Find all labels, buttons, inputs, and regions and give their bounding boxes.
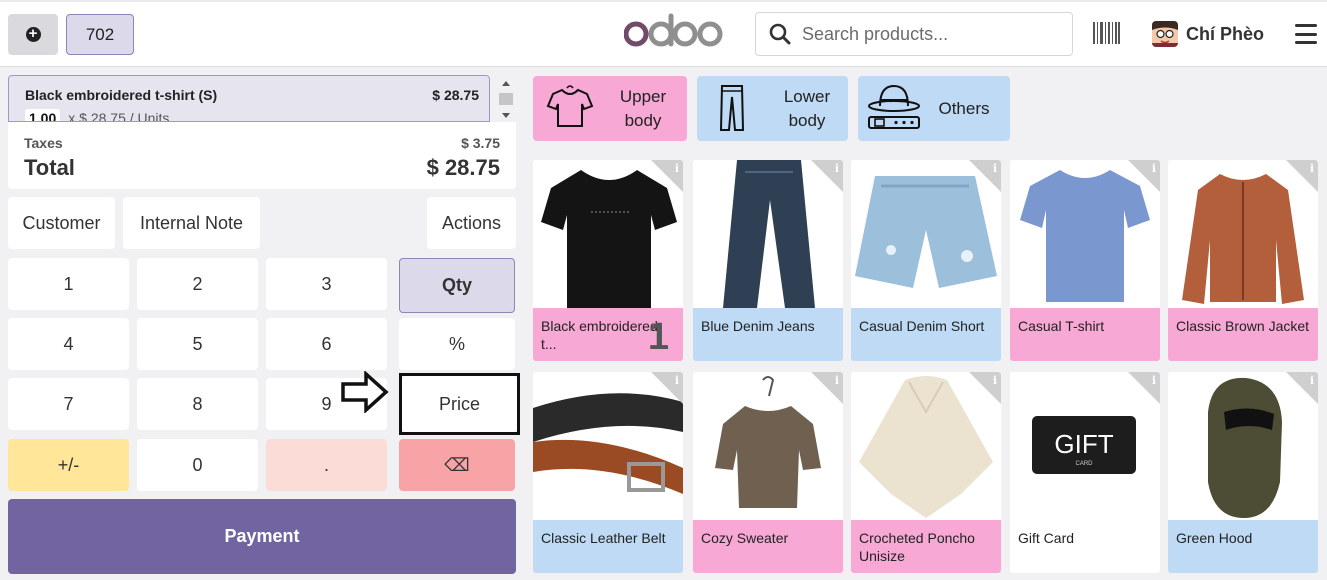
taxes-value: $ 3.75 xyxy=(461,135,500,151)
total-value: $ 28.75 xyxy=(426,155,500,180)
search-input[interactable] xyxy=(802,23,1062,45)
current-order-tab[interactable]: 702 xyxy=(66,14,134,55)
category-others[interactable]: Others xyxy=(858,76,1010,141)
avatar xyxy=(1152,21,1178,47)
product-card-casual-tshirt[interactable]: i Casual T-shirt xyxy=(1010,160,1160,361)
numpad-key-8[interactable]: 8 xyxy=(137,378,258,430)
total-label: Total xyxy=(24,155,75,180)
scroll-thumb[interactable] xyxy=(499,93,513,105)
product-card-green-hood[interactable]: i Green Hood xyxy=(1168,372,1318,573)
numpad-key-4[interactable]: 4 xyxy=(8,318,129,370)
trousers-icon xyxy=(719,85,745,131)
scroll-down-arrow-icon[interactable] xyxy=(502,113,510,118)
numpad-decimal-point[interactable]: . xyxy=(266,439,387,491)
product-card-classic-brown-jacket[interactable]: i Classic Brown Jacket xyxy=(1168,160,1318,361)
category-label: Others xyxy=(938,99,990,118)
internal-note-button[interactable]: Internal Note xyxy=(123,197,260,249)
user-menu[interactable]: Chí Phèo xyxy=(1152,20,1264,48)
product-card-casual-denim-short[interactable]: i Casual Denim Short xyxy=(851,160,1001,361)
category-lower-body[interactable]: Lower body xyxy=(697,76,848,141)
header-bar: + 702 Chí Ph xyxy=(0,0,1327,67)
numpad-key-0[interactable]: 0 xyxy=(137,439,258,491)
order-totals: Taxes $ 3.75 Total $ 28.75 xyxy=(8,122,516,189)
product-name: Casual Denim Short xyxy=(851,308,1001,361)
customer-button[interactable]: Customer xyxy=(8,197,115,249)
numpad-sign-toggle[interactable]: +/- xyxy=(8,439,129,491)
numpad-key-3[interactable]: 3 xyxy=(266,258,387,310)
product-name: Blue Denim Jeans xyxy=(693,308,843,361)
taxes-label: Taxes xyxy=(24,135,63,151)
product-name: Crocheted Poncho Unisize xyxy=(851,520,1001,573)
product-card-crocheted-poncho[interactable]: i Crocheted Poncho Unisize xyxy=(851,372,1001,573)
user-name: Chí Phèo xyxy=(1186,23,1265,44)
product-card-cozy-sweater[interactable]: i Cozy Sweater xyxy=(693,372,843,573)
top-divider xyxy=(0,0,1327,2)
order-line-price: $ 28.75 xyxy=(432,87,479,103)
price-mode-button[interactable]: Price xyxy=(402,376,517,432)
category-upper-body[interactable]: Upper body xyxy=(533,76,687,141)
tshirt-icon xyxy=(546,85,594,127)
payment-button[interactable]: Payment xyxy=(8,499,516,574)
product-search-box[interactable] xyxy=(755,12,1073,56)
order-line-quantity-info: 1.00 x $ 28.75 / Units xyxy=(25,109,170,122)
order-number: 702 xyxy=(85,24,115,44)
svg-text:CARD: CARD xyxy=(1075,461,1093,467)
category-label: Lower body xyxy=(783,87,831,130)
product-qty-badge: 1 xyxy=(647,316,669,358)
search-icon xyxy=(769,23,791,45)
numpad-key-5[interactable]: 5 xyxy=(137,318,258,370)
backspace-icon[interactable]: ⌫ xyxy=(399,439,515,491)
product-card-blue-denim-jeans[interactable]: i Blue Denim Jeans xyxy=(693,160,843,361)
product-card-classic-leather-belt[interactable]: i Classic Leather Belt xyxy=(533,372,683,573)
qty-mode-button[interactable]: Qty xyxy=(399,258,515,313)
product-card-gift-card[interactable]: GIFT CARD i Gift Card xyxy=(1010,372,1160,573)
hamburger-menu-icon[interactable] xyxy=(1295,24,1317,44)
product-name: Gift Card xyxy=(1010,520,1160,573)
product-name: Casual T-shirt xyxy=(1010,308,1160,361)
svg-text:GIFT: GIFT xyxy=(1054,429,1113,459)
order-line-product-name: Black embroidered t-shirt (S) xyxy=(25,87,218,103)
product-name: Green Hood xyxy=(1168,520,1318,573)
actions-button[interactable]: Actions xyxy=(427,197,516,249)
discount-mode-button[interactable]: % xyxy=(399,318,515,370)
product-name: Classic Leather Belt xyxy=(533,520,683,573)
new-order-button[interactable]: + xyxy=(8,14,58,55)
order-list-scrollbar[interactable] xyxy=(498,77,514,123)
odoo-logo xyxy=(624,13,723,47)
product-name: Cozy Sweater xyxy=(693,520,843,573)
product-card-black-embroidered-tshirt[interactable]: i Black embroidered t... 1 xyxy=(533,160,683,361)
order-line-qty: 1.00 xyxy=(25,109,61,121)
numpad-key-6[interactable]: 6 xyxy=(266,318,387,370)
scroll-up-arrow-icon[interactable] xyxy=(502,81,510,86)
product-name: Classic Brown Jacket xyxy=(1168,308,1318,361)
barcode-icon[interactable] xyxy=(1093,22,1120,44)
hat-and-belt-icon xyxy=(868,84,920,129)
plus-circle-icon: + xyxy=(25,26,41,42)
pointer-arrow-icon xyxy=(341,371,389,413)
numpad-key-2[interactable]: 2 xyxy=(137,258,258,310)
order-line-selected[interactable]: Black embroidered t-shirt (S) $ 28.75 1.… xyxy=(8,75,490,122)
numpad-key-7[interactable]: 7 xyxy=(8,378,129,430)
category-label: Upper body xyxy=(619,87,667,130)
order-line-unit-price: x $ 28.75 / Units xyxy=(68,110,170,122)
numpad-key-1[interactable]: 1 xyxy=(8,258,129,310)
